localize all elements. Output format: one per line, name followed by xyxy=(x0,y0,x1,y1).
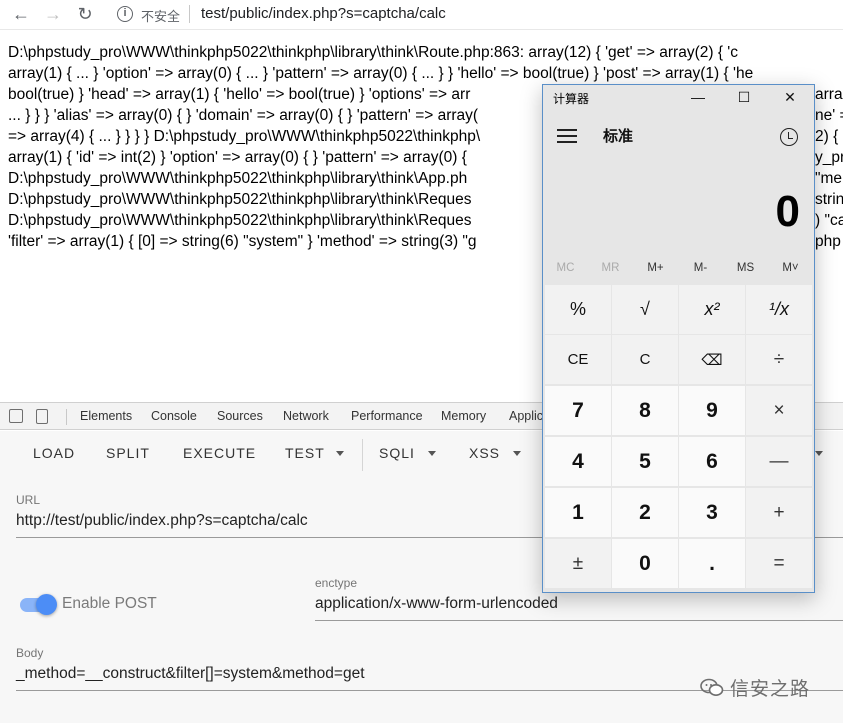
memory-row: MC MR M+ M- MS M˅ xyxy=(543,257,814,283)
calculator-title: 计算器 xyxy=(553,92,590,106)
output-fragment: strin xyxy=(815,191,843,208)
toggle-knob[interactable] xyxy=(36,594,57,615)
maximize-icon[interactable]: ☐ xyxy=(733,87,755,107)
split-button[interactable]: SPLIT xyxy=(106,445,150,461)
reciprocal-button[interactable]: ¹/x xyxy=(746,285,812,334)
tab-network[interactable]: Network xyxy=(283,409,329,423)
chevron-down-icon[interactable] xyxy=(513,451,521,456)
output-fragment: 2) { ' xyxy=(815,128,843,145)
memory-store-button[interactable]: MS xyxy=(723,262,768,274)
output-fragment: "me xyxy=(815,170,843,187)
output-fragment: arra xyxy=(815,86,843,103)
devtools-divider xyxy=(66,409,67,425)
digit-9-button[interactable]: 9 xyxy=(679,386,745,435)
output-fragment: php xyxy=(815,233,841,250)
tab-memory[interactable]: Memory xyxy=(441,409,486,423)
calculator-window[interactable]: 计算器 — ☐ ✕ 标准 0 MC MR M+ M- MS M˅ % √ x² … xyxy=(542,84,815,593)
calculator-header: 标准 xyxy=(543,109,814,159)
clear-entry-button[interactable]: CE xyxy=(545,335,611,384)
menu-icon[interactable] xyxy=(557,129,577,143)
tab-sources[interactable]: Sources xyxy=(217,409,263,423)
percent-button[interactable]: % xyxy=(545,285,611,334)
subtract-button[interactable]: — xyxy=(746,437,812,486)
clear-button[interactable]: C xyxy=(612,335,678,384)
backspace-button[interactable]: ⌫ xyxy=(679,335,745,384)
divide-button[interactable]: ÷ xyxy=(746,335,812,384)
forward-icon[interactable]: → xyxy=(42,3,64,25)
history-icon[interactable] xyxy=(780,128,798,146)
chevron-down-icon[interactable] xyxy=(815,451,823,456)
wechat-watermark: 信安之路 xyxy=(700,674,810,701)
memory-clear-button[interactable]: MC xyxy=(543,262,588,274)
url-input[interactable]: http://test/public/index.php?s=captcha/c… xyxy=(16,512,308,530)
chevron-down-icon[interactable] xyxy=(336,451,344,456)
watermark-text: 信安之路 xyxy=(730,679,811,700)
add-button[interactable]: + xyxy=(746,488,812,537)
square-root-button[interactable]: √ xyxy=(612,285,678,334)
calculator-mode: 标准 xyxy=(603,128,634,145)
output-fragment: ) "ca xyxy=(815,212,843,229)
calculator-display: 0 xyxy=(775,187,800,236)
tab-performance[interactable]: Performance xyxy=(351,409,423,423)
tab-application[interactable]: Applic xyxy=(509,409,543,423)
digit-1-button[interactable]: 1 xyxy=(545,488,611,537)
execute-button[interactable]: EXECUTE xyxy=(183,445,256,461)
body-label: Body xyxy=(16,646,44,660)
chevron-down-icon[interactable] xyxy=(428,451,436,456)
output-fragment: ne' = xyxy=(815,107,843,124)
digit-4-button[interactable]: 4 xyxy=(545,437,611,486)
reload-icon[interactable]: ↻ xyxy=(74,3,96,25)
info-icon[interactable]: i xyxy=(117,6,133,22)
multiply-button[interactable]: × xyxy=(746,386,812,435)
inspect-element-icon[interactable] xyxy=(9,409,23,423)
digit-7-button[interactable]: 7 xyxy=(545,386,611,435)
address-bar-url[interactable]: test/public/index.php?s=captcha/calc xyxy=(201,5,446,22)
digit-2-button[interactable]: 2 xyxy=(612,488,678,537)
enctype-select[interactable]: application/x-www-form-urlencoded xyxy=(315,595,558,613)
memory-recall-button[interactable]: MR xyxy=(588,262,633,274)
square-button[interactable]: x² xyxy=(679,285,745,334)
output-fragment: y_pr xyxy=(815,149,843,166)
digit-3-button[interactable]: 3 xyxy=(679,488,745,537)
negate-button[interactable]: ± xyxy=(545,539,611,588)
toolbar-divider xyxy=(362,439,363,471)
body-input[interactable]: _method=__construct&filter[]=system&meth… xyxy=(16,665,365,683)
back-icon[interactable]: ← xyxy=(10,3,32,25)
address-divider xyxy=(189,5,190,23)
browser-toolbar: ← → ↻ i 不安全 test/public/index.php?s=capt… xyxy=(0,0,843,30)
memory-subtract-button[interactable]: M- xyxy=(678,262,723,274)
enctype-underline xyxy=(315,620,843,621)
enable-post-label: Enable POST xyxy=(62,595,157,612)
device-toolbar-icon[interactable] xyxy=(36,409,48,424)
memory-list-button[interactable]: M˅ xyxy=(768,262,813,274)
tab-elements[interactable]: Elements xyxy=(80,409,132,423)
output-line: array(1) { ... } 'option' => array(0) { … xyxy=(8,65,754,82)
wechat-icon xyxy=(700,678,724,698)
digit-8-button[interactable]: 8 xyxy=(612,386,678,435)
digit-5-button[interactable]: 5 xyxy=(612,437,678,486)
test-menu-button[interactable]: TEST xyxy=(285,445,325,461)
tab-console[interactable]: Console xyxy=(151,409,197,423)
sqli-menu-button[interactable]: SQLI xyxy=(379,445,415,461)
calculator-titlebar[interactable]: 计算器 — ☐ ✕ xyxy=(543,85,814,109)
url-label: URL xyxy=(16,493,41,507)
xss-menu-button[interactable]: XSS xyxy=(469,445,500,461)
minimize-icon[interactable]: — xyxy=(687,87,709,107)
close-icon[interactable]: ✕ xyxy=(779,87,801,107)
equals-button[interactable]: = xyxy=(746,539,812,588)
output-line: D:\phpstudy_pro\WWW\thinkphp5022\thinkph… xyxy=(8,44,739,61)
load-button[interactable]: LOAD xyxy=(33,445,75,461)
memory-add-button[interactable]: M+ xyxy=(633,262,678,274)
decimal-button[interactable]: . xyxy=(679,539,745,588)
insecure-label[interactable]: 不安全 xyxy=(141,6,180,25)
digit-0-button[interactable]: 0 xyxy=(612,539,678,588)
digit-6-button[interactable]: 6 xyxy=(679,437,745,486)
enctype-label: enctype xyxy=(315,576,358,590)
